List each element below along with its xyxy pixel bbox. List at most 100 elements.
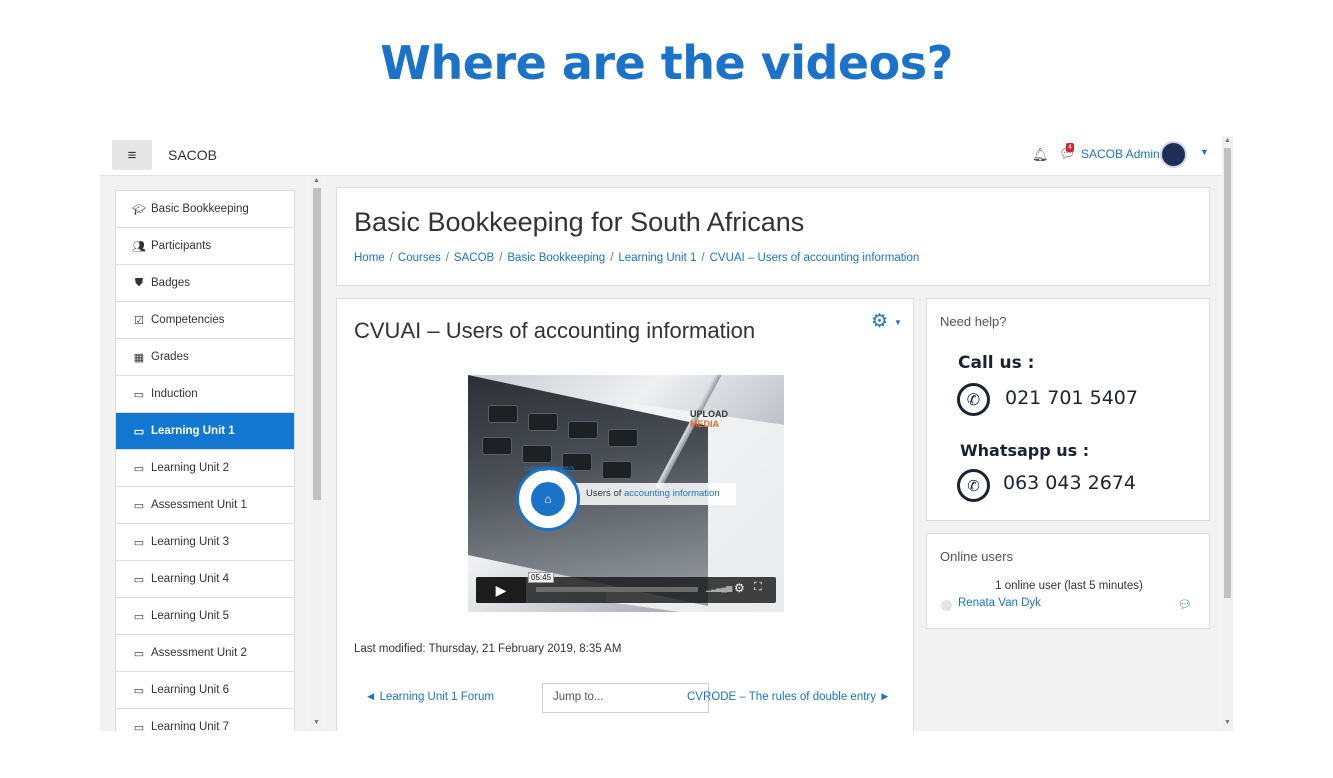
help-title: Need help? bbox=[940, 314, 1007, 329]
video-player[interactable]: Users of accounting information ⌂ CONCEP… bbox=[468, 375, 784, 612]
table-icon: ▦ bbox=[133, 351, 145, 364]
site-name[interactable]: SACOB bbox=[168, 147, 217, 163]
video-settings-icon[interactable]: ⚙ bbox=[734, 581, 745, 595]
calculator-key bbox=[602, 461, 632, 479]
scroll-up-icon[interactable]: ▲ bbox=[1224, 137, 1231, 144]
sidebar-item-competencies[interactable]: ☑ Competencies bbox=[116, 302, 294, 339]
sidebar-item-grades[interactable]: ▦ Grades bbox=[116, 339, 294, 376]
next-activity-link[interactable]: CVRODE – The rules of double entry ► bbox=[687, 691, 891, 703]
phone-icon: ✆ bbox=[957, 383, 990, 416]
sidebar-item-learning-unit-4[interactable]: ▭ Learning Unit 4 bbox=[116, 561, 294, 598]
scroll-up-icon[interactable]: ▲ bbox=[313, 177, 320, 184]
sidebar-item-label: Learning Unit 7 bbox=[151, 721, 229, 731]
message-icon[interactable]: 💬︎ bbox=[1178, 598, 1192, 611]
whatsapp-icon: ✆ bbox=[957, 469, 990, 502]
top-navbar: ≡ SACOB 🔔︎ 💬︎ 4 SACOB Admin ▼ bbox=[100, 136, 1233, 176]
breadcrumb-separator: / bbox=[445, 252, 449, 264]
hamburger-icon[interactable]: ≡ bbox=[112, 140, 152, 170]
prev-activity-link[interactable]: ◄ Learning Unit 1 Forum bbox=[365, 691, 494, 703]
breadcrumb: Home / Courses / SACOB / Basic Bookkeeping / Lea… bbox=[354, 252, 919, 264]
sidebar-item-learning-unit-2[interactable]: ▭ Learning Unit 2 bbox=[116, 450, 294, 487]
breadcrumb-learning-unit-1[interactable]: Learning Unit 1 bbox=[618, 252, 696, 264]
sidebar-item-assessment-unit-1[interactable]: ▭ Assessment Unit 1 bbox=[116, 487, 294, 524]
breadcrumb-basic-bookkeeping[interactable]: Basic Bookkeeping bbox=[507, 252, 605, 264]
video-banner: Users of accounting information bbox=[576, 483, 736, 505]
sidebar-item-label: Grades bbox=[151, 351, 189, 363]
help-block: Need help? Call us : ✆ 021 701 5407 What… bbox=[926, 298, 1210, 521]
volume-icon[interactable]: ▁▂▃▄▅ bbox=[706, 583, 732, 592]
call-number[interactable]: 021 701 5407 bbox=[1005, 387, 1138, 409]
scrollbar-thumb[interactable] bbox=[313, 188, 321, 500]
concept-video-badge-text: CONCEPT VIDEO bbox=[524, 467, 574, 473]
sidebar-item-label: Learning Unit 6 bbox=[151, 684, 229, 696]
play-icon[interactable]: ▶ bbox=[476, 577, 526, 603]
graduation-cap-icon: 🎓︎ bbox=[132, 203, 146, 216]
users-icon: 👥︎ bbox=[132, 240, 146, 253]
page-heading: CVUAI – Users of accounting information bbox=[354, 318, 756, 343]
slide-title: Where are the videos? bbox=[380, 36, 953, 90]
breadcrumb-separator: / bbox=[610, 252, 614, 264]
video-banner-highlight: accounting information bbox=[624, 488, 720, 499]
breadcrumb-courses[interactable]: Courses bbox=[398, 252, 441, 264]
bell-icon[interactable]: 🔔︎ bbox=[1032, 147, 1049, 163]
sidebar-item-label: Participants bbox=[151, 240, 212, 252]
sidebar-item-assessment-unit-2[interactable]: ▭ Assessment Unit 2 bbox=[116, 635, 294, 672]
sidebar-item-label: Learning Unit 4 bbox=[151, 573, 229, 585]
breadcrumb-separator: / bbox=[389, 252, 393, 264]
folder-icon: ▭ bbox=[133, 388, 145, 401]
scroll-down-icon[interactable]: ▼ bbox=[313, 719, 320, 726]
sidebar-item-badges[interactable]: ⛊ Badges bbox=[116, 265, 294, 302]
sidebar-item-label: Badges bbox=[151, 277, 191, 289]
folder-icon: ▭ bbox=[133, 684, 145, 697]
sidebar-item-participants[interactable]: 👥︎ Participants bbox=[116, 228, 294, 265]
page-header: Basic Bookkeeping for South Africans Hom… bbox=[336, 187, 1210, 286]
last-modified: Last modified: Thursday, 21 February 201… bbox=[354, 643, 622, 655]
caret-down-icon[interactable]: ▼ bbox=[1200, 147, 1209, 157]
page-scrollbar[interactable]: ▲ ▼ bbox=[1222, 136, 1233, 731]
breadcrumb-home[interactable]: Home bbox=[354, 252, 385, 264]
upload-media-logo: UPLOAD MEDIA bbox=[690, 409, 760, 429]
sidebar-item-learning-unit-1[interactable]: ▭ Learning Unit 1 bbox=[116, 413, 294, 450]
sidebar-item-label: Induction bbox=[151, 388, 198, 400]
online-users-count: 1 online user (last 5 minutes) bbox=[995, 580, 1143, 592]
video-time: 05:45 bbox=[528, 572, 555, 583]
sidebar-item-learning-unit-6[interactable]: ▭ Learning Unit 6 bbox=[116, 672, 294, 709]
calculator-key bbox=[488, 405, 518, 423]
chevron-down-icon[interactable]: ▼ bbox=[894, 318, 902, 327]
whatsapp-number[interactable]: 063 043 2674 bbox=[1003, 472, 1136, 494]
breadcrumb-sacob[interactable]: SACOB bbox=[454, 252, 494, 264]
gear-icon[interactable]: ⚙ bbox=[871, 310, 888, 333]
page-title: Basic Bookkeeping for South Africans bbox=[354, 207, 805, 237]
sidebar-item-label: Learning Unit 1 bbox=[151, 425, 235, 437]
scroll-down-icon[interactable]: ▼ bbox=[1224, 719, 1231, 726]
breadcrumb-current-page[interactable]: CVUAI – Users of accounting information bbox=[710, 252, 920, 264]
logo-line-1: UPLOAD bbox=[690, 409, 728, 419]
concept-video-badge: ⌂ bbox=[516, 467, 580, 531]
sidebar-item-label: Learning Unit 2 bbox=[151, 462, 229, 474]
shield-icon: ⛊ bbox=[134, 276, 144, 289]
course-navigation: 🎓︎ Basic Bookkeeping 👥︎ Participants ⛊ Badg… bbox=[115, 190, 295, 731]
browser-screenshot: ≡ SACOB 🔔︎ 💬︎ 4 SACOB Admin ▼ 🎓︎ Basic Bo… bbox=[100, 136, 1233, 731]
folder-icon: ▭ bbox=[133, 425, 145, 438]
jump-to-select[interactable]: Jump to... bbox=[542, 683, 709, 713]
sidebar-item-basic-bookkeeping[interactable]: 🎓︎ Basic Bookkeeping bbox=[116, 191, 294, 228]
online-user-link[interactable]: Renata Van Dyk bbox=[958, 597, 1041, 609]
breadcrumb-separator: / bbox=[499, 252, 503, 264]
fullscreen-icon[interactable]: ⛶ bbox=[754, 581, 762, 594]
scrollbar-thumb[interactable] bbox=[1224, 148, 1231, 598]
avatar[interactable] bbox=[1160, 141, 1187, 168]
user-name[interactable]: SACOB Admin bbox=[1081, 147, 1160, 161]
calculator-key bbox=[608, 429, 638, 447]
folder-icon: ▭ bbox=[133, 536, 145, 549]
video-progress-bar[interactable] bbox=[536, 587, 698, 592]
sidebar-scrollbar[interactable]: ▲ ▼ bbox=[311, 176, 322, 731]
calculator-key bbox=[568, 421, 598, 439]
sidebar-item-learning-unit-3[interactable]: ▭ Learning Unit 3 bbox=[116, 524, 294, 561]
sidebar-item-label: Basic Bookkeeping bbox=[151, 203, 249, 215]
sidebar-item-induction[interactable]: ▭ Induction bbox=[116, 376, 294, 413]
online-users-block: Online users 1 online user (last 5 minut… bbox=[926, 533, 1210, 629]
user-avatar-icon bbox=[941, 600, 952, 611]
sidebar-item-learning-unit-7[interactable]: ▭ Learning Unit 7 bbox=[116, 709, 294, 731]
sidebar-item-learning-unit-5[interactable]: ▭ Learning Unit 5 bbox=[116, 598, 294, 635]
folder-icon: ▭ bbox=[133, 721, 145, 732]
